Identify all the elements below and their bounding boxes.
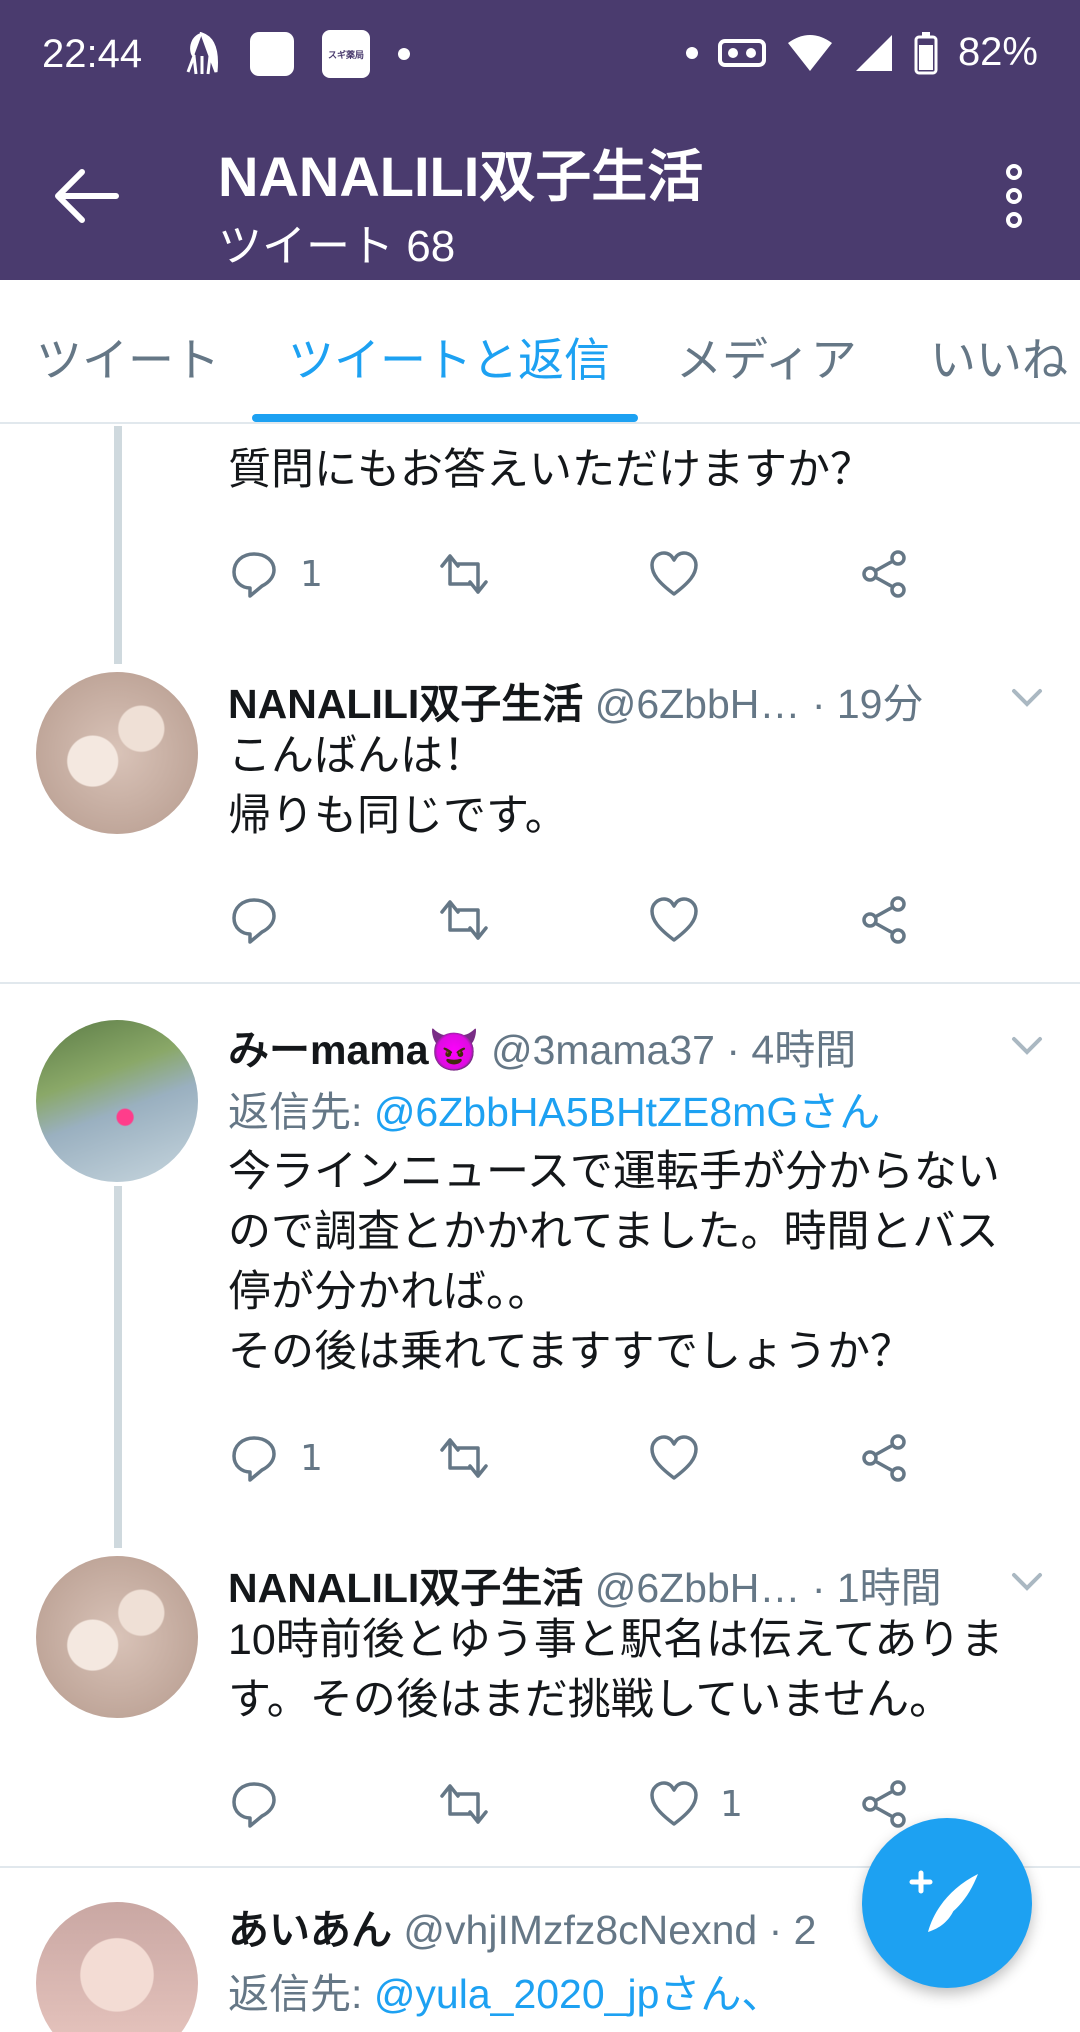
vr-icon — [717, 38, 766, 67]
tweet-time: · 2 — [768, 1907, 817, 1953]
reply-icon — [232, 898, 276, 944]
reply-to-line: 返信先: @6ZbbHA5BHtZE8mGさん — [228, 1089, 881, 1135]
tweet-time: · 4時間 — [726, 1027, 857, 1073]
thread-line — [114, 1186, 122, 1548]
tweet-count: ツイート 68 — [218, 222, 456, 271]
share-icon — [862, 550, 906, 598]
status-time: 22:44 — [42, 32, 143, 76]
tweet-text: こんばんは！ 帰りも同じです。 — [228, 732, 568, 840]
reply-icon — [232, 1782, 276, 1828]
app-header: 22:44 スギ薬局 82% NANALILI双子生活 ツイート 68 — [0, 0, 1080, 280]
user-name[interactable]: みーmama😈 — [228, 1027, 480, 1073]
reply-to-link[interactable]: @6ZbbHA5BHtZE8mGさん — [374, 1089, 880, 1135]
tab-tweets[interactable]: ツイート — [36, 324, 220, 390]
reply-button[interactable] — [228, 894, 280, 946]
retweet-icon — [440, 1438, 488, 1478]
square-icon — [250, 32, 294, 76]
share-button[interactable] — [858, 1778, 910, 1830]
tab-tweets-and-replies[interactable]: ツイートと返信 — [288, 324, 610, 390]
user-name[interactable]: あいあん — [228, 1907, 392, 1953]
reply-icon — [232, 1436, 276, 1482]
reply-button[interactable]: 1 — [228, 1432, 323, 1484]
user-name[interactable]: NANALILI双子生活 — [228, 1565, 583, 1611]
tab-likes[interactable]: いいね — [930, 324, 1068, 390]
dot-icon — [398, 48, 410, 60]
signal-icon — [855, 34, 892, 71]
battery-percent: 82% — [957, 30, 1038, 74]
tweet-header: みーmama😈 @3mama37 · 4時間 — [228, 1016, 856, 1076]
divider — [0, 982, 1080, 984]
profile-tabs: ツイート ツイートと返信 メディア いいね — [0, 280, 1080, 424]
heart-icon — [650, 551, 698, 596]
chevron-down-icon[interactable] — [1010, 680, 1044, 714]
user-name[interactable]: NANALILI双子生活 — [228, 681, 583, 727]
like-button[interactable] — [648, 1432, 700, 1484]
tweet-time: · 1時間 — [811, 1565, 942, 1611]
dot-icon — [685, 46, 698, 59]
heart-icon — [650, 1781, 698, 1826]
avatar[interactable] — [36, 1556, 198, 1718]
reply-to-link[interactable]: @yula_2020_jpさん、 — [374, 1971, 783, 2017]
share-button[interactable] — [858, 894, 910, 946]
heart-icon — [650, 897, 698, 942]
more-options-icon[interactable] — [1002, 164, 1026, 228]
avatar[interactable] — [36, 1902, 198, 2032]
compose-tweet-button[interactable] — [862, 1818, 1032, 1988]
reply-to-line: 返信先: @yula_2020_jpさん、 — [228, 1971, 783, 2017]
reply-button[interactable]: 1 — [228, 548, 323, 600]
share-button[interactable] — [858, 1432, 910, 1484]
heart-icon — [650, 1435, 698, 1480]
avatar[interactable] — [36, 1020, 198, 1182]
like-button[interactable]: 1 — [648, 1778, 743, 1830]
tweet-actions — [228, 894, 928, 954]
chevron-down-icon[interactable] — [1010, 1028, 1044, 1062]
active-tab-indicator — [252, 414, 638, 422]
user-handle[interactable]: @vhjIMzfz8cNexnd — [403, 1907, 757, 1953]
tweet-text: 今ラインニュースで運転手が分からない ので調査とかかれてました。時間とバス 停が… — [228, 1148, 1000, 1376]
chevron-down-icon[interactable] — [1010, 1564, 1044, 1598]
reply-icon — [232, 552, 276, 598]
retweet-button[interactable] — [438, 894, 490, 946]
retweet-icon — [440, 1784, 488, 1824]
share-icon — [862, 1780, 906, 1828]
compose-tweet-icon — [909, 1870, 978, 1932]
user-handle[interactable]: @6ZbbH… — [595, 681, 801, 727]
wifi-icon — [787, 34, 832, 71]
tweet-actions: 1 — [228, 1778, 928, 1838]
app-badge-icon: スギ薬局 — [322, 30, 370, 78]
squid-icon — [186, 32, 218, 75]
tweet-text: 10時前後とゆう事と駅名は伝えてありま す。その後はまだ挑戦していません。 — [228, 1616, 1004, 1724]
page-title: NANALILI双子生活 — [218, 145, 704, 208]
like-button[interactable] — [648, 894, 700, 946]
retweet-button[interactable] — [438, 1778, 490, 1830]
thread-line — [114, 426, 122, 664]
back-arrow-icon[interactable] — [52, 168, 122, 224]
retweet-icon — [440, 900, 488, 940]
avatar[interactable] — [36, 672, 198, 834]
reply-button[interactable] — [228, 1778, 280, 1830]
tweet-text: 質問にもお答えいただけますか？ — [228, 446, 873, 494]
retweet-button[interactable] — [438, 548, 490, 600]
tweet-time: · 19分 — [811, 681, 924, 727]
status-bar: 22:44 スギ薬局 82% — [0, 0, 1080, 110]
tweet-header: あいあん @vhjIMzfz8cNexnd · 2 — [228, 1896, 816, 1956]
user-handle[interactable]: @3mama37 — [491, 1027, 715, 1073]
tweet-header: NANALILI双子生活 @6ZbbH… · 1時間 — [228, 1554, 942, 1614]
retweet-button[interactable] — [438, 1432, 490, 1484]
tweet-actions: 1 — [228, 1432, 928, 1492]
share-icon — [862, 1434, 906, 1482]
retweet-icon — [440, 554, 488, 594]
user-handle[interactable]: @6ZbbH… — [595, 1565, 801, 1611]
share-icon — [862, 896, 906, 944]
tab-media[interactable]: メディア — [676, 324, 857, 390]
share-button[interactable] — [858, 548, 910, 600]
tweet-actions: 1 — [228, 548, 928, 608]
tweet-header: NANALILI双子生活 @6ZbbH… · 19分 — [228, 670, 923, 730]
like-button[interactable] — [648, 548, 700, 600]
battery-icon — [914, 31, 938, 74]
